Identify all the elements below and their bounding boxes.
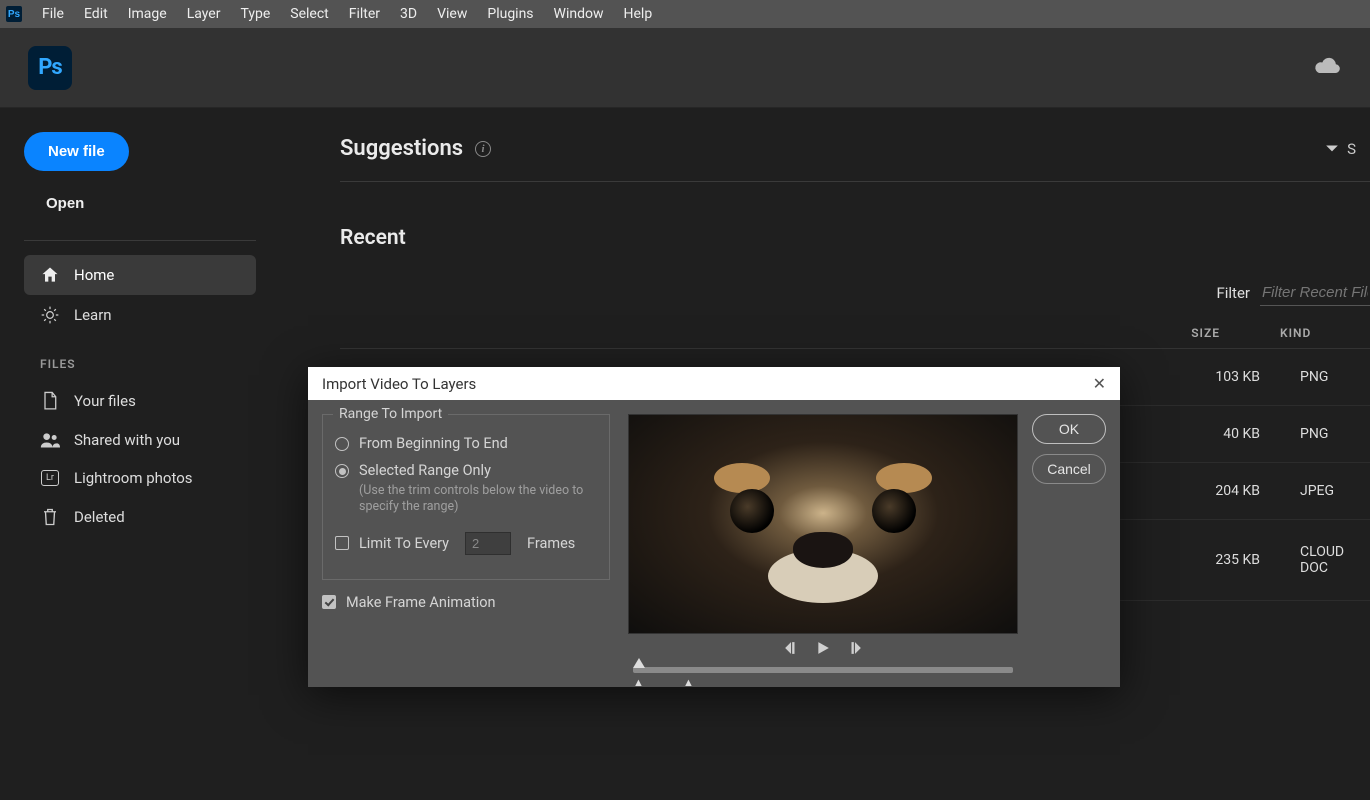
range-to-import-group: Range To Import From Beginning To End Se… [322,414,610,580]
make-frame-label: Make Frame Animation [346,594,496,611]
menu-file[interactable]: File [32,2,74,26]
close-icon[interactable]: ✕ [1093,374,1106,393]
menu-filter[interactable]: Filter [339,2,390,26]
lr-icon: Lr [40,470,60,486]
limit-label-frames: Frames [527,535,575,552]
info-icon[interactable]: i [475,141,491,157]
sidebar-item-learn[interactable]: Learn [24,295,256,335]
sidebar-item-label: Shared with you [74,431,180,449]
learn-icon [40,305,60,325]
sidebar-item-home[interactable]: Home [24,255,256,295]
recent-table-header: SIZE KIND [340,318,1370,349]
filter-recent-input[interactable] [1260,280,1370,306]
make-frame-animation-row[interactable]: Make Frame Animation [322,594,614,611]
file-size: 40 KB [1165,426,1260,442]
limit-label: Limit To Every [359,535,449,552]
sidebar-item-shared[interactable]: Shared with you [24,421,256,459]
file-icon [40,391,60,411]
menu-help[interactable]: Help [614,2,663,26]
suggestions-title: Suggestions [340,136,463,161]
radio-icon [335,464,349,478]
divider [340,181,1370,182]
suggestions-toggle[interactable]: S [1325,140,1356,158]
limit-frames-input[interactable] [465,532,511,555]
home-icon [40,265,60,285]
col-size[interactable]: SIZE [1140,326,1220,340]
checkbox-icon [322,595,336,609]
app-icon-small: Ps [6,6,22,22]
sidebar-item-label: Deleted [74,508,125,526]
file-size: 204 KB [1165,483,1260,499]
video-preview [628,414,1018,634]
radio-label: Selected Range Only [359,462,597,479]
menubar: Ps File Edit Image Layer Type Select Fil… [0,0,1370,28]
menu-window[interactable]: Window [544,2,614,26]
file-kind: JPEG [1260,483,1370,499]
file-size: 103 KB [1165,369,1260,385]
recent-title: Recent [340,226,1370,250]
trim-out-handle[interactable]: ▲ [683,676,694,689]
step-back-button[interactable] [784,640,798,659]
people-icon [40,431,60,449]
sidebar-item-label: Home [74,266,114,284]
menu-view[interactable]: View [427,2,477,26]
open-button[interactable]: Open [24,189,106,218]
file-size: 235 KB [1165,552,1260,568]
step-forward-button[interactable] [848,640,862,659]
menu-plugins[interactable]: Plugins [477,2,543,26]
radio-selected-range[interactable]: Selected Range Only (Use the trim contro… [335,462,597,516]
menu-3d[interactable]: 3D [390,2,427,26]
sidebar-item-lightroom[interactable]: Lr Lightroom photos [24,459,256,497]
ok-button[interactable]: OK [1032,414,1106,444]
appbar: Ps [0,28,1370,108]
menu-image[interactable]: Image [118,2,177,26]
divider [24,240,256,241]
dialog-title-text: Import Video To Layers [322,375,476,393]
menu-select[interactable]: Select [280,2,338,26]
sidebar-item-your-files[interactable]: Your files [24,381,256,421]
suggestions-toggle-label: S [1347,140,1356,158]
play-button[interactable] [816,640,830,659]
sidebar-item-label: Learn [74,306,112,324]
sidebar-item-label: Your files [74,392,136,410]
limit-every-row[interactable]: Limit To Every Frames [335,532,597,555]
chevron-down-icon [1325,142,1339,156]
filter-label: Filter [1216,284,1250,302]
ps-logo: Ps [28,46,72,90]
menu-layer[interactable]: Layer [177,2,231,26]
cloud-sync-icon[interactable] [1314,56,1342,80]
range-legend: Range To Import [333,406,448,422]
new-file-button[interactable]: New file [24,132,129,171]
sidebar-item-label: Lightroom photos [74,469,193,487]
files-heading: FILES [40,357,256,371]
radio-icon [335,437,349,451]
import-video-dialog: Import Video To Layers ✕ Range To Import… [308,367,1120,687]
checkbox-icon [335,536,349,550]
radio-hint: (Use the trim controls below the video t… [359,483,597,516]
radio-from-beginning[interactable]: From Beginning To End [335,435,597,452]
trim-in-handle[interactable]: ▲ [633,676,644,689]
file-kind: CLOUD DOC [1260,544,1370,576]
playhead-icon[interactable] [633,658,645,668]
menu-edit[interactable]: Edit [74,2,118,26]
trash-icon [40,507,60,527]
sidebar-item-deleted[interactable]: Deleted [24,497,256,537]
sidebar: New file Open Home Learn FILES Your file… [0,108,280,800]
file-kind: PNG [1260,369,1370,385]
cancel-button[interactable]: Cancel [1032,454,1106,484]
dialog-titlebar[interactable]: Import Video To Layers ✕ [308,367,1120,400]
menu-type[interactable]: Type [230,2,280,26]
radio-label: From Beginning To End [359,435,508,452]
file-kind: PNG [1260,426,1370,442]
trim-timeline[interactable]: ▲ ▲ [633,667,1013,673]
col-kind[interactable]: KIND [1280,326,1370,340]
